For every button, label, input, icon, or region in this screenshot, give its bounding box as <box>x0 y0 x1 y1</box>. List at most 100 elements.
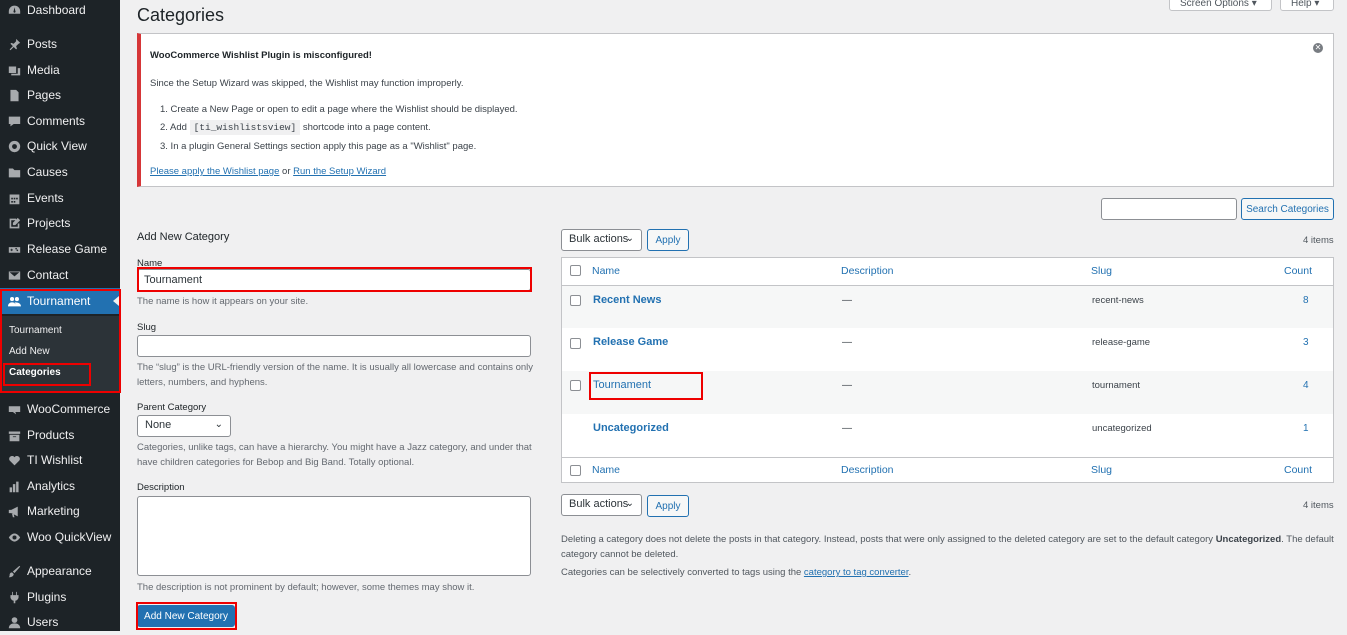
menu-item-quick-view[interactable]: Quick View <box>0 133 120 159</box>
convert-note: Categories can be selectively converted … <box>561 567 912 578</box>
menu-item-posts[interactable]: Posts <box>0 31 120 57</box>
menu-item-woocommerce[interactable]: WooCommerce <box>0 396 120 422</box>
category-name-link[interactable]: Release Game <box>593 336 668 348</box>
column-name-footer[interactable]: Name <box>592 464 620 476</box>
column-name-header[interactable]: Name <box>592 265 620 277</box>
table-header: Name Description Slug Count <box>562 258 1333 285</box>
menu-item-woo-quickview[interactable]: Woo QuickView <box>0 524 120 550</box>
items-count-bottom: 4 items <box>1303 500 1334 511</box>
category-name-link[interactable]: Tournament <box>593 379 651 391</box>
pin-icon <box>7 37 21 51</box>
category-slug: tournament <box>1092 380 1141 391</box>
apply-wishlist-page-link[interactable]: Please apply the Wishlist page <box>150 166 279 177</box>
column-description-footer[interactable]: Description <box>841 464 894 476</box>
table-footer: Name Description Slug Count <box>562 458 1333 482</box>
menu-item-events[interactable]: Events <box>0 185 120 211</box>
menu-item-causes[interactable]: Causes <box>0 159 120 185</box>
help-button[interactable]: Help ▾ <box>1280 0 1334 11</box>
notice-step-3: 3. In a plugin General Settings section … <box>160 141 477 152</box>
screen-options-button[interactable]: Screen Options ▾ <box>1169 0 1272 11</box>
name-help: The name is how it appears on your site. <box>137 296 309 307</box>
calendar-icon <box>7 191 21 205</box>
add-new-category-button[interactable]: Add New Category <box>137 605 235 627</box>
column-description-header[interactable]: Description <box>841 265 894 277</box>
delete-note: Deleting a category does not delete the … <box>561 534 1334 560</box>
submenu-item-tournament[interactable]: Tournament <box>9 325 62 336</box>
table-row: Uncategorized — uncategorized 1 <box>562 414 1333 457</box>
menu-item-ti-wishlist[interactable]: TI Wishlist <box>0 447 120 473</box>
menu-item-media[interactable]: Media <box>0 57 120 83</box>
row-checkbox[interactable] <box>570 380 581 391</box>
table-row: Recent News — recent-news 8 <box>562 286 1333 328</box>
column-slug-header[interactable]: Slug <box>1091 265 1112 277</box>
menu-item-products[interactable]: Products <box>0 422 120 448</box>
parent-category-select[interactable]: None ⌄ <box>137 415 231 437</box>
column-count-footer[interactable]: Count <box>1284 464 1312 476</box>
category-count-link[interactable]: 4 <box>1303 380 1309 391</box>
menu-item-appearance[interactable]: Appearance <box>0 558 120 584</box>
category-description: — <box>842 423 852 434</box>
description-help: The description is not prominent by defa… <box>137 582 475 593</box>
menu-item-release-game[interactable]: Release Game <box>0 236 120 262</box>
parent-help: Categories, unlike tags, can have a hier… <box>137 442 532 468</box>
row-checkbox[interactable] <box>570 338 581 349</box>
menu-item-projects[interactable]: Projects <box>0 210 120 236</box>
circle-icon <box>7 139 21 153</box>
column-slug-footer[interactable]: Slug <box>1091 464 1112 476</box>
select-all-checkbox[interactable] <box>570 265 581 276</box>
menu-item-analytics[interactable]: Analytics <box>0 473 120 499</box>
category-name-link[interactable]: Uncategorized <box>593 422 669 434</box>
run-setup-wizard-link[interactable]: Run the Setup Wizard <box>293 166 386 177</box>
menu-item-tournament[interactable]: Tournament <box>0 288 120 314</box>
name-field[interactable] <box>137 269 531 291</box>
description-label: Description <box>137 482 185 493</box>
menu-item-contact[interactable]: Contact <box>0 262 120 288</box>
notice-line: Since the Setup Wizard was skipped, the … <box>150 78 464 89</box>
notice-step-2: 2. Add [ti_wishlistsview] shortcode into… <box>160 120 431 135</box>
search-categories-button[interactable]: Search Categories <box>1241 198 1334 220</box>
select-all-checkbox-footer[interactable] <box>570 465 581 476</box>
category-count-link[interactable]: 8 <box>1303 295 1309 306</box>
megaphone-icon <box>7 504 21 518</box>
category-slug: release-game <box>1092 337 1151 348</box>
menu-item-marketing[interactable]: Marketing <box>0 498 120 524</box>
page-title: Categories <box>137 5 225 25</box>
column-count-header[interactable]: Count <box>1284 265 1312 277</box>
menu-item-dashboard[interactable]: Dashboard <box>0 0 120 23</box>
apply-button-top[interactable]: Apply <box>647 229 689 251</box>
notice-title: WooCommerce Wishlist Plugin is misconfig… <box>150 50 372 61</box>
search-input[interactable] <box>1101 198 1237 220</box>
categories-table: Name Description Slug Count Recent News … <box>561 257 1334 483</box>
menu-item-comments[interactable]: Comments <box>0 108 120 134</box>
menu-item-pages[interactable]: Pages <box>0 82 120 108</box>
items-count-top: 4 items <box>1303 235 1334 246</box>
bulk-actions-select-top[interactable]: Bulk actions ⌄ <box>561 229 642 251</box>
category-count-link[interactable]: 3 <box>1303 337 1309 348</box>
comment-icon <box>7 114 21 128</box>
category-to-tag-converter-link[interactable]: category to tag converter <box>804 567 909 578</box>
category-slug: recent-news <box>1092 295 1144 306</box>
menu-item-plugins[interactable]: Plugins <box>0 584 120 610</box>
admin-menu: Dashboard Posts Media Pages Comments Qui… <box>0 0 120 631</box>
submenu-item-categories[interactable]: Categories <box>9 367 61 378</box>
menu-item-users[interactable]: Users <box>0 609 120 635</box>
category-name-link[interactable]: Recent News <box>593 294 661 306</box>
category-count-link[interactable]: 1 <box>1303 423 1309 434</box>
apply-button-bottom[interactable]: Apply <box>647 495 689 517</box>
dismiss-icon[interactable]: ✕ <box>1313 43 1323 53</box>
slug-field[interactable] <box>137 335 531 357</box>
eye-icon <box>7 530 21 544</box>
category-description: — <box>842 337 852 348</box>
description-field[interactable] <box>137 496 531 576</box>
submenu-item-add-new[interactable]: Add New <box>9 346 50 357</box>
envelope-icon <box>7 268 21 282</box>
current-menu-arrow <box>113 296 119 306</box>
page-icon <box>7 88 21 102</box>
notice-step-1: 1. Create a New Page or open to edit a p… <box>160 104 518 115</box>
row-checkbox[interactable] <box>570 295 581 306</box>
slug-help: The “slug” is the URL-friendly version o… <box>137 362 534 388</box>
bar-chart-icon <box>7 479 21 493</box>
bulk-actions-select-bottom[interactable]: Bulk actions ⌄ <box>561 494 642 516</box>
user-icon <box>7 615 21 629</box>
table-row: Release Game — release-game 3 <box>562 328 1333 371</box>
